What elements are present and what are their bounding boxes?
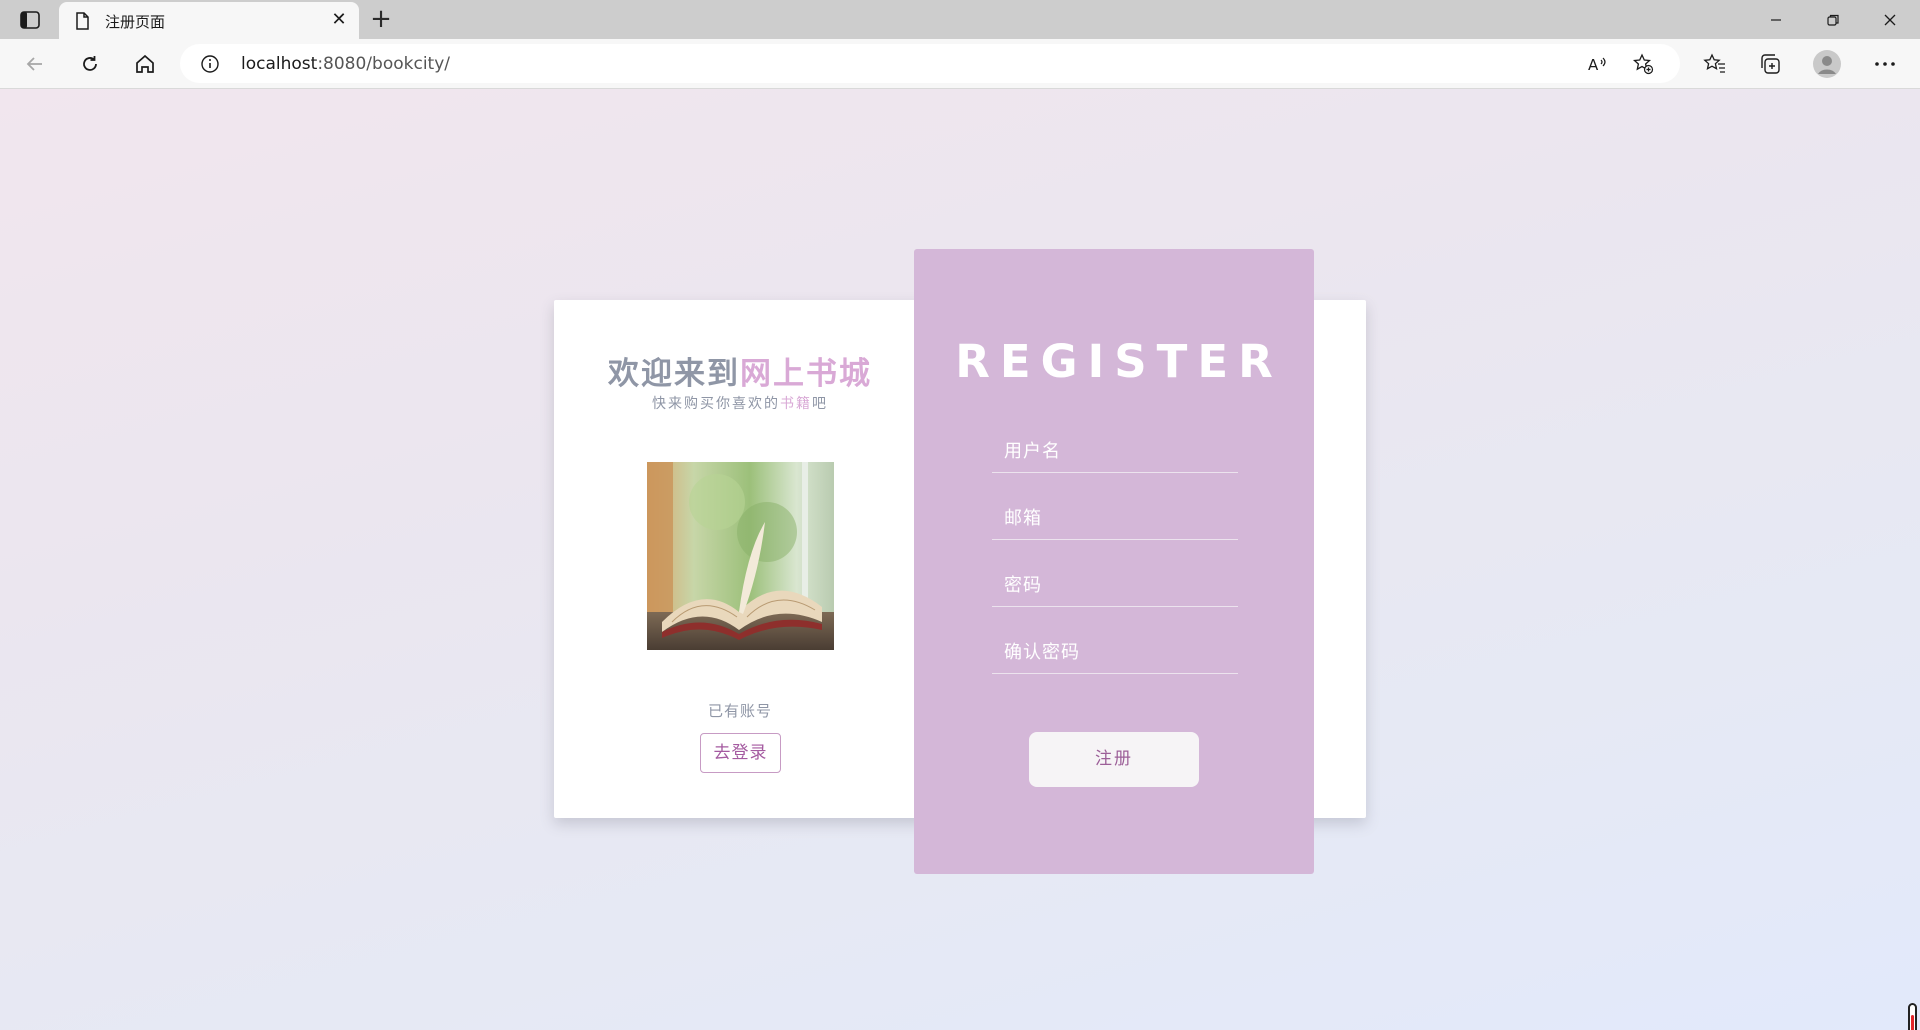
info-icon[interactable] xyxy=(200,54,220,74)
plus-icon[interactable]: + xyxy=(368,6,394,33)
sidebar-toggle-icon[interactable] xyxy=(18,9,42,31)
url-field[interactable]: localhost:8080/bookcity/ A xyxy=(180,44,1680,83)
welcome-title: 欢迎来到网上书城 xyxy=(600,348,880,393)
register-panel: REGISTER 注册 xyxy=(914,249,1314,874)
page-background: 欢迎来到网上书城 快来购买你喜欢的书籍吧 已有账号 去登录 REGISTER 用… xyxy=(0,89,1920,1030)
scroll-indicator[interactable] xyxy=(1908,1003,1917,1030)
restore-icon[interactable] xyxy=(1805,0,1861,39)
confirm-password-field[interactable] xyxy=(992,631,1238,674)
url-host: localhost xyxy=(241,54,318,74)
more-icon[interactable] xyxy=(1870,49,1900,79)
read-aloud-icon[interactable]: A xyxy=(1586,52,1610,76)
email-field[interactable] xyxy=(992,497,1238,540)
username-field[interactable] xyxy=(992,430,1238,473)
subtitle-part2: 吧 xyxy=(812,396,828,412)
open-book-image xyxy=(647,462,834,650)
address-bar: localhost:8080/bookcity/ A xyxy=(0,39,1920,89)
page-icon xyxy=(72,11,92,31)
tab-strip: 注册页面 ✕ + xyxy=(0,0,1920,39)
close-icon[interactable] xyxy=(1862,0,1918,39)
subtitle-part1: 快来购买你喜欢的 xyxy=(652,396,780,412)
register-title: REGISTER xyxy=(955,335,1283,388)
back-arrow-icon[interactable] xyxy=(20,49,50,79)
welcome-subtitle: 快来购买你喜欢的书籍吧 xyxy=(600,393,880,413)
tab-title: 注册页面 xyxy=(105,13,166,31)
browser-tab[interactable]: 注册页面 ✕ xyxy=(59,2,359,39)
password-input[interactable] xyxy=(992,564,1238,606)
url-path: :8080/bookcity/ xyxy=(317,54,450,74)
register-submit-button[interactable]: 注册 xyxy=(1029,732,1199,787)
close-icon[interactable]: ✕ xyxy=(329,10,349,30)
welcome-title-highlight: 网上书城 xyxy=(740,356,872,392)
minimize-icon[interactable] xyxy=(1748,0,1804,39)
welcome-title-part1: 欢迎来到 xyxy=(608,356,740,392)
password-field[interactable] xyxy=(992,564,1238,607)
scroll-indicator-fill xyxy=(1911,1015,1914,1030)
url-text: localhost:8080/bookcity/ xyxy=(241,54,450,74)
profile-icon[interactable] xyxy=(1812,49,1842,79)
add-favorite-icon[interactable] xyxy=(1631,52,1655,76)
username-input[interactable] xyxy=(992,430,1238,472)
collections-icon[interactable] xyxy=(1755,49,1785,79)
svg-text:A: A xyxy=(1588,56,1599,74)
have-account-text: 已有账号 xyxy=(707,702,772,720)
go-login-button[interactable]: 去登录 xyxy=(700,733,781,773)
subtitle-highlight: 书籍 xyxy=(780,396,812,412)
confirm-password-input[interactable] xyxy=(992,631,1238,673)
refresh-icon[interactable] xyxy=(75,49,105,79)
favorites-icon[interactable] xyxy=(1700,49,1730,79)
home-icon[interactable] xyxy=(130,49,160,79)
email-input[interactable] xyxy=(992,497,1238,539)
